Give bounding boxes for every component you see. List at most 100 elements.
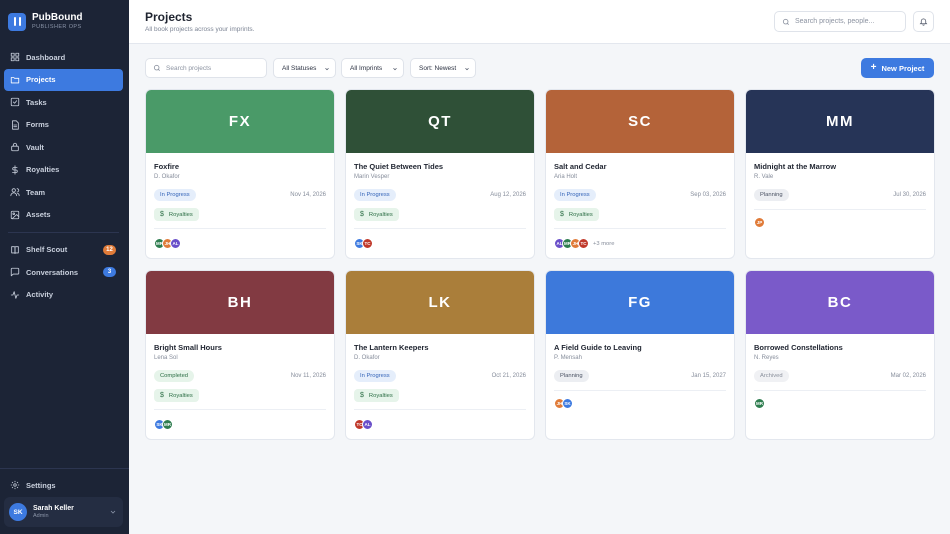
royalties-label: Royalties bbox=[168, 211, 193, 218]
vault-icon bbox=[11, 142, 19, 152]
cover-initials: FX bbox=[228, 113, 252, 130]
project-title: Foxfire bbox=[154, 162, 180, 171]
dollar-icon: $ bbox=[560, 211, 564, 218]
card-divider bbox=[754, 209, 926, 210]
imprint-filter-select[interactable]: All Imprints bbox=[341, 58, 404, 78]
cover-initials: FG bbox=[628, 294, 652, 311]
sidebar-item-label: Dashboard bbox=[26, 52, 66, 62]
sidebar-item-vault[interactable]: Vault bbox=[4, 136, 123, 158]
search-placeholder: Search projects bbox=[166, 64, 212, 72]
project-card[interactable]: MM Midnight at the Marrow R. Vale Planning J… bbox=[745, 89, 935, 259]
sidebar-item-label: Activity bbox=[26, 290, 54, 299]
dollar-icon: $ bbox=[160, 211, 164, 218]
sidebar-item-team[interactable]: Team bbox=[4, 181, 123, 203]
project-card[interactable]: FG A Field Guide to Leaving P. Mensah Plann… bbox=[545, 270, 735, 440]
avatar: AL bbox=[362, 419, 373, 430]
user-menu[interactable]: SK Sarah Keller Admin bbox=[4, 497, 123, 527]
sidebar-item-label: Team bbox=[26, 187, 46, 197]
avatar: SK bbox=[9, 503, 27, 521]
dollar-icon: $ bbox=[160, 392, 164, 399]
project-date: Jan 15, 2027 bbox=[691, 373, 726, 379]
cover-initials: LK bbox=[428, 294, 452, 311]
project-title: Midnight at the Marrow bbox=[754, 162, 837, 171]
status-filter-select[interactable]: All Statuses bbox=[273, 58, 336, 78]
status-badge: Completed bbox=[154, 370, 195, 382]
sidebar-item-tasks[interactable]: Tasks bbox=[4, 91, 123, 113]
cover-initials: QT bbox=[428, 113, 452, 130]
status-badge: In Progress bbox=[354, 189, 396, 201]
royalties-tag: $ Royalties bbox=[154, 208, 199, 221]
chevron-down-icon bbox=[393, 67, 397, 71]
avatar: TC bbox=[578, 238, 589, 249]
sidebar-item-label: Projects bbox=[26, 75, 56, 84]
sidebar-item-label: Vault bbox=[26, 142, 44, 152]
grid-icon bbox=[10, 52, 20, 62]
project-card[interactable]: BH Bright Small Hours Lena Sol Completed Nov… bbox=[145, 270, 335, 440]
sidebar-item-dashboard[interactable]: Dashboard bbox=[4, 46, 123, 68]
project-date: Jul 30, 2026 bbox=[893, 192, 926, 198]
project-card[interactable]: BC Borrowed Constellations N. Reyes Archive… bbox=[745, 270, 935, 440]
project-title: Salt and Cedar bbox=[554, 162, 607, 171]
sidebar-item-settings[interactable]: Settings bbox=[4, 474, 123, 496]
sidebar-item-royalties[interactable]: Royalties bbox=[4, 159, 123, 181]
sidebar-item-activity[interactable]: Activity bbox=[4, 284, 123, 306]
select-value: All Imprints bbox=[350, 64, 383, 72]
project-author: Marin Vesper bbox=[354, 174, 390, 180]
book-icon bbox=[11, 245, 19, 254]
brand-name: PubBound bbox=[32, 12, 83, 23]
card-divider bbox=[354, 409, 526, 410]
button-label: New Project bbox=[881, 63, 925, 73]
project-cover: BH bbox=[146, 271, 334, 334]
count-badge: 12 bbox=[103, 244, 116, 255]
gear-icon bbox=[10, 480, 20, 490]
project-card[interactable]: QT The Quiet Between Tides Marin Vesper In … bbox=[345, 89, 535, 259]
search-icon bbox=[782, 18, 789, 25]
users-icon bbox=[10, 188, 20, 197]
document-icon bbox=[12, 119, 19, 130]
project-author: P. Mensah bbox=[554, 355, 582, 361]
checkbox-icon bbox=[10, 97, 20, 107]
project-author: D. Okafor bbox=[354, 355, 380, 361]
status-badge: Planning bbox=[754, 189, 789, 201]
card-divider bbox=[154, 228, 326, 229]
project-search-input[interactable]: Search projects bbox=[145, 58, 267, 78]
royalties-label: Royalties bbox=[168, 392, 193, 399]
sidebar-item-shelf-scout[interactable]: Shelf Scout 12 bbox=[4, 239, 123, 261]
avatar: JP bbox=[754, 217, 765, 228]
sidebar-item-assets[interactable]: Assets bbox=[4, 204, 123, 226]
team-avatars: MR JH AL bbox=[154, 238, 181, 249]
search-icon bbox=[153, 64, 160, 71]
status-badge: Planning bbox=[554, 370, 589, 382]
project-title: A Field Guide to Leaving bbox=[554, 343, 642, 352]
user-role: Admin bbox=[33, 513, 49, 519]
avatar: MR bbox=[162, 419, 173, 430]
project-author: D. Okafor bbox=[154, 174, 180, 180]
project-card[interactable]: LK The Lantern Keepers D. Okafor In Progres… bbox=[345, 270, 535, 440]
project-card[interactable]: SC Salt and Cedar Aria Holt In Progress Sep … bbox=[545, 89, 735, 259]
notifications-button[interactable] bbox=[913, 11, 934, 32]
card-divider bbox=[354, 228, 526, 229]
avatar: MR bbox=[754, 398, 765, 409]
search-placeholder: Search projects, people... bbox=[795, 18, 875, 25]
sidebar-item-projects[interactable]: Projects bbox=[4, 68, 123, 91]
page-subtitle: All book projects across your imprints. bbox=[145, 26, 255, 33]
royalties-label: Royalties bbox=[368, 392, 393, 399]
project-cover: BC bbox=[746, 271, 934, 334]
top-bar: Projects All book projects across your i… bbox=[129, 0, 950, 44]
cover-initials: SC bbox=[628, 113, 652, 130]
team-avatars: JP bbox=[754, 217, 765, 228]
card-divider bbox=[754, 390, 926, 391]
dollar-icon: $ bbox=[360, 211, 364, 218]
brand-subtitle: PUBLISHER OPS bbox=[32, 24, 82, 30]
sidebar-item-label: Royalties bbox=[26, 165, 60, 174]
sort-select[interactable]: Sort: Newest bbox=[410, 58, 476, 78]
team-avatars: JH SK bbox=[554, 398, 573, 409]
brand[interactable]: PubBound PUBLISHER OPS bbox=[8, 12, 83, 31]
plus-icon: + bbox=[870, 62, 877, 73]
project-card[interactable]: FX Foxfire D. Okafor In Progress Nov 14, 202… bbox=[145, 89, 335, 259]
global-search-input[interactable]: Search projects, people... bbox=[774, 11, 906, 32]
sidebar-item-forms[interactable]: Forms bbox=[4, 114, 123, 136]
new-project-button[interactable]: + New Project bbox=[861, 58, 934, 78]
sidebar-item-conversations[interactable]: Conversations 3 bbox=[4, 261, 123, 283]
sidebar-item-label: Conversations bbox=[26, 267, 79, 277]
